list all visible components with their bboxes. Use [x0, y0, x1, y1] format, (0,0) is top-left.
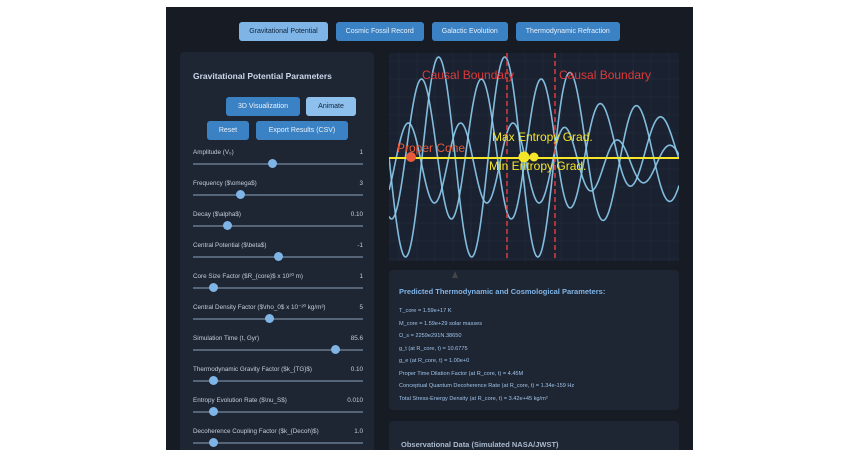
slider-handle[interactable]	[222, 221, 232, 230]
parameter-slider[interactable]: Central Density Factor ($\rho_0$ x 10⁻²⁰…	[193, 304, 363, 334]
results-title: Predicted Thermodynamic and Cosmological…	[399, 287, 606, 296]
animate-button[interactable]: Animate	[306, 97, 356, 116]
slider-value: 0.10	[350, 211, 363, 218]
observational-title: Observational Data (Simulated NASA/JWST)	[401, 440, 559, 449]
potential-plot: Causal Boundary Causal Boundary Proper Con…	[389, 53, 679, 261]
slider-value: -1	[357, 242, 363, 249]
result-line: Conceptual Quantum Decoherence Rate (at …	[399, 383, 575, 389]
slider-handle[interactable]	[208, 283, 218, 292]
slider-handle[interactable]	[236, 190, 246, 199]
slider-value: 5	[359, 304, 363, 311]
slider-handle[interactable]	[208, 376, 218, 385]
parameter-slider[interactable]: Core Size Factor ($R_{core}$ x 10²⁰ m) 1	[193, 273, 363, 303]
parameter-slider[interactable]: Amplitude (V₀) 1	[193, 149, 363, 179]
slider-value: 1.0	[354, 428, 363, 435]
visualization-button[interactable]: 3D Visualization	[226, 97, 300, 116]
parameter-slider[interactable]: Frequency ($\omega$) 3	[193, 180, 363, 210]
slider-track[interactable]	[193, 411, 363, 413]
parameter-slider[interactable]: Decoherence Coupling Factor ($k_{Decoh}$…	[193, 428, 363, 450]
causal-boundary-label-left: Causal Boundary	[422, 68, 514, 82]
result-line: T_core = 1.59e+17 K	[399, 308, 452, 314]
parameters-panel: Gravitational Potential Parameters 3D Vi…	[180, 52, 374, 450]
parameter-slider[interactable]: Simulation Time (t, Gyr) 85.6	[193, 335, 363, 365]
parameters-title: Gravitational Potential Parameters	[193, 71, 332, 81]
slider-track[interactable]	[193, 287, 363, 289]
slider-value: 1	[359, 149, 363, 156]
parameter-slider[interactable]: Central Potential ($\beta$) -1	[193, 242, 363, 272]
result-line: g_t (at R_core, t) = 10.6775	[399, 345, 468, 352]
slider-label: Central Density Factor ($\rho_0$ x 10⁻²⁰…	[193, 304, 326, 311]
tab-thermodynamic-refraction[interactable]: Thermodynamic Refraction	[515, 22, 620, 41]
slider-track[interactable]	[193, 163, 363, 165]
tab-galactic-evolution[interactable]: Galactic Evolution	[431, 22, 508, 41]
slider-label: Frequency ($\omega$)	[193, 180, 257, 187]
slider-track[interactable]	[193, 194, 363, 196]
max-entropy-label: Max Entropy Grad.	[492, 130, 593, 144]
result-line: Proper Time Dilation Factor (at R_core, …	[399, 370, 524, 377]
parameter-slider[interactable]: Thermodynamic Gravity Factor ($k_{TG}$) 0…	[193, 366, 363, 396]
result-line: M_core = 1.59e+29 solar masses	[399, 320, 483, 327]
results-panel: Predicted Thermodynamic and Cosmological…	[389, 270, 679, 410]
slider-value: 3	[359, 180, 363, 187]
slider-label: Decay ($\alpha$)	[193, 211, 241, 218]
parameter-slider[interactable]: Entropy Evolution Rate ($\nu_S$) 0.010	[193, 397, 363, 427]
slider-track[interactable]	[193, 318, 363, 320]
app-window: Gravitational Potential Cosmic Fossil Re…	[166, 7, 693, 450]
slider-handle[interactable]	[265, 314, 274, 323]
slider-label: Simulation Time (t, Gyr)	[193, 335, 260, 342]
slider-track[interactable]	[193, 225, 363, 227]
proper-cone-label: Proper Cone	[397, 141, 465, 155]
tab-gravitational-potential[interactable]: Gravitational Potential	[239, 22, 328, 41]
min-entropy-label: Min Entropy Grad.	[489, 159, 586, 173]
mouse-cursor-icon	[452, 271, 458, 278]
parameter-slider[interactable]: Decay ($\alpha$) 0.10	[193, 211, 363, 241]
slider-label: Entropy Evolution Rate ($\nu_S$)	[193, 397, 287, 404]
slider-handle[interactable]	[268, 159, 278, 168]
slider-value: 85.6	[350, 335, 363, 342]
tab-bar: Gravitational Potential Cosmic Fossil Re…	[166, 22, 693, 41]
slider-track[interactable]	[193, 442, 363, 444]
slider-handle[interactable]	[208, 438, 218, 447]
export-results-button[interactable]: Export Results (CSV)	[256, 121, 348, 140]
slider-value: 1	[359, 273, 363, 280]
slider-label: Central Potential ($\beta$)	[193, 242, 267, 249]
slider-handle[interactable]	[208, 407, 218, 416]
result-line: g_e (at R_core, t) = 1.00e+0	[399, 358, 470, 364]
slider-label: Thermodynamic Gravity Factor ($k_{TG}$)	[193, 366, 312, 373]
slider-value: 0.10	[350, 366, 363, 373]
slider-label: Decoherence Coupling Factor ($k_{Decoh}$…	[193, 428, 319, 435]
slider-label: Core Size Factor ($R_{core}$ x 10²⁰ m)	[193, 273, 303, 280]
tab-cosmic-fossil-record[interactable]: Cosmic Fossil Record	[335, 22, 424, 41]
result-line: Ω_s = 2259e291N.38650	[399, 333, 462, 339]
slider-track[interactable]	[193, 380, 363, 382]
observational-panel: Observational Data (Simulated NASA/JWST)	[389, 421, 679, 450]
plot-canvas: Causal Boundary Causal Boundary Proper Con…	[389, 53, 679, 261]
reset-button[interactable]: Reset	[207, 121, 249, 140]
slider-handle[interactable]	[331, 345, 341, 354]
slider-label: Amplitude (V₀)	[193, 149, 234, 156]
causal-boundary-label-right: Causal Boundary	[559, 68, 651, 82]
slider-value: 0.010	[347, 397, 363, 404]
result-line: Total Stress-Energy Density (at R_core, …	[399, 395, 548, 402]
slider-handle[interactable]	[273, 252, 283, 261]
